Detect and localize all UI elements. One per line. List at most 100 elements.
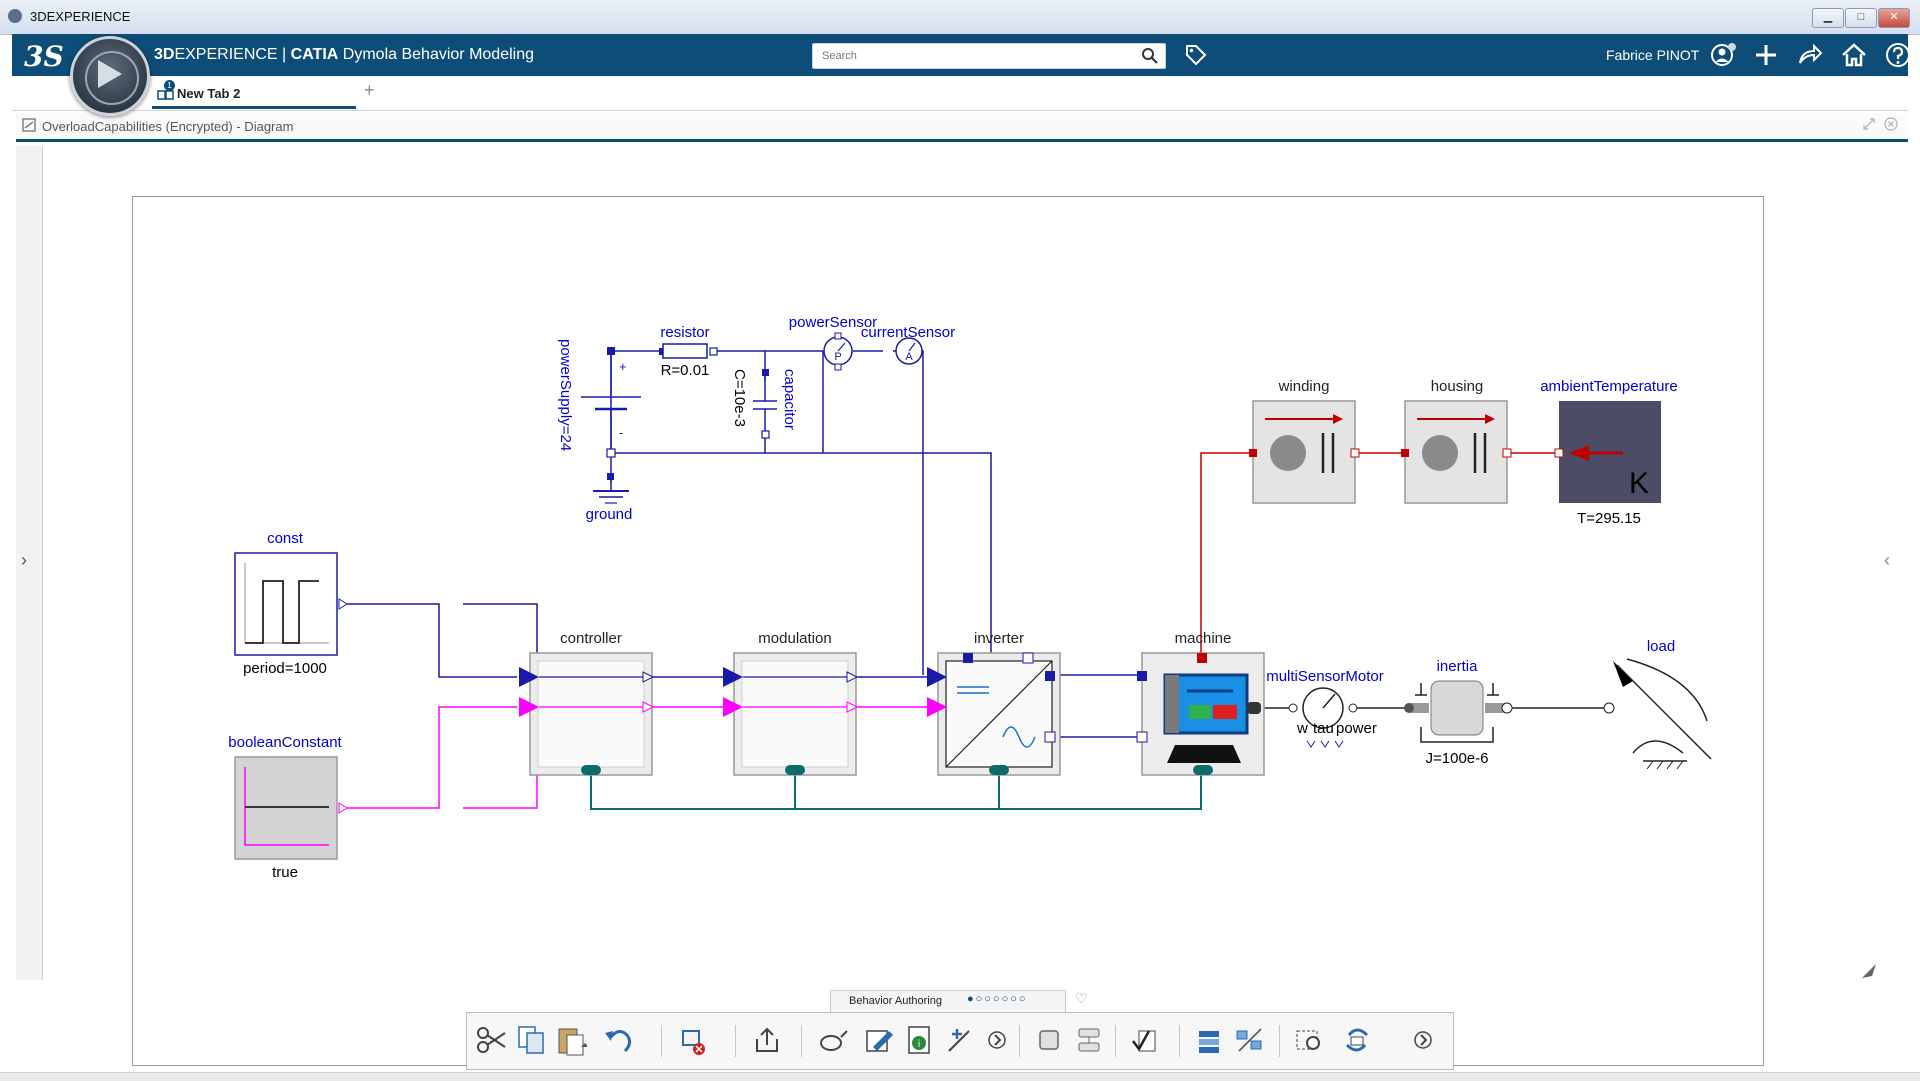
copy-icon[interactable] <box>515 1023 547 1057</box>
section-pager-dots[interactable]: ●○○○○○○ <box>967 993 1028 1005</box>
user-avatar-icon[interactable] <box>1710 41 1738 69</box>
align-icon[interactable] <box>1233 1023 1265 1057</box>
left-side-panel[interactable]: › <box>16 146 43 980</box>
refresh-icon[interactable] <box>1341 1023 1373 1057</box>
user-name[interactable]: Fabrice PINOT <box>1606 47 1699 63</box>
layer-icon[interactable] <box>1193 1023 1225 1057</box>
export-icon[interactable] <box>751 1023 783 1057</box>
resistor-label: resistor <box>660 324 709 341</box>
tab-label: New Tab 2 <box>177 86 241 101</box>
undo-icon[interactable] <box>603 1023 635 1057</box>
boolean-value: true <box>272 864 298 881</box>
toolbar-separator <box>661 1025 662 1057</box>
plus-label: + <box>619 359 627 374</box>
add-tab-button[interactable]: + <box>364 80 375 101</box>
next-icon[interactable] <box>1407 1023 1439 1057</box>
toolbar-separator <box>1179 1025 1180 1057</box>
resistor[interactable]: resistor R=0.01 <box>659 324 718 379</box>
expand-right-panel-icon[interactable]: ‹ <box>1884 550 1890 571</box>
section-tab[interactable]: Behavior Authoring ●○○○○○○ ♡ <box>830 990 1088 1013</box>
inertia-value: J=100e-6 <box>1426 750 1489 767</box>
minimize-button[interactable]: ▁ <box>1812 8 1844 28</box>
modulation-label: modulation <box>758 630 831 647</box>
diagram-icon <box>22 118 36 132</box>
pin-icon[interactable] <box>1860 962 1878 980</box>
resistance-value: R=0.01 <box>661 362 710 379</box>
housing[interactable]: housing <box>1401 378 1512 504</box>
boolean-constant-block[interactable]: booleanConstant true <box>228 734 348 881</box>
tau-label: tau <box>1313 720 1334 737</box>
maximize-button[interactable]: □ <box>1845 8 1877 28</box>
ground[interactable]: ground <box>586 473 633 523</box>
tab-bar: 1 New Tab 2 + <box>12 76 1908 111</box>
connect-icon[interactable] <box>817 1023 849 1057</box>
temperature-value: T=295.15 <box>1577 510 1641 527</box>
document-header: OverloadCapabilities (Encrypted) - Diagr… <box>16 113 1908 142</box>
search-input[interactable] <box>820 44 1124 68</box>
close-button[interactable]: ✕ <box>1878 8 1910 28</box>
bus-wire <box>590 773 1202 810</box>
controller-label: controller <box>560 630 622 647</box>
more-icon[interactable] <box>981 1023 1013 1057</box>
w-label: w <box>1296 720 1308 737</box>
inverter-block[interactable]: inverter <box>927 630 1061 776</box>
winding[interactable]: winding <box>1249 378 1360 504</box>
toolbar-separator <box>1115 1025 1116 1057</box>
boolean-wires <box>463 706 538 809</box>
info-icon[interactable]: i <box>903 1023 935 1057</box>
expand-left-panel-icon[interactable]: › <box>21 550 27 571</box>
svg-text:P: P <box>834 351 841 363</box>
settings-icon[interactable] <box>1293 1023 1325 1057</box>
controller-block[interactable]: controller <box>519 630 655 776</box>
search-box[interactable] <box>812 43 1166 69</box>
power-label: power <box>1336 720 1377 737</box>
paste-icon[interactable] <box>555 1023 587 1057</box>
document-title: OverloadCapabilities (Encrypted) - Diagr… <box>42 119 294 134</box>
period-value: period=1000 <box>243 660 327 677</box>
ambient-temperature-label: ambientTemperature <box>1540 378 1678 395</box>
diagram-svg[interactable]: + - powerSupply=24 ground resistor R=0.0… <box>133 197 1763 1065</box>
power-supply[interactable]: + - powerSupply=24 <box>557 339 641 458</box>
toolbar-separator <box>735 1025 736 1057</box>
close-panel-icon[interactable] <box>1884 117 1898 131</box>
load-block[interactable]: load <box>1603 638 1712 770</box>
inertia-block[interactable]: inertia J=100e-6 <box>1404 658 1513 767</box>
toolbar-separator <box>1019 1025 1020 1057</box>
tag-icon[interactable] <box>1184 43 1208 67</box>
const-block[interactable]: const period=1000 <box>234 530 348 677</box>
search-icon[interactable] <box>1141 47 1159 65</box>
toolbar-separator <box>1279 1025 1280 1057</box>
modulation-block[interactable]: modulation <box>723 630 859 776</box>
power-supply-label: powerSupply=24 <box>557 339 574 451</box>
capacitor[interactable]: C=10e-3 capacitor <box>731 369 798 439</box>
check-icon[interactable] <box>1129 1023 1161 1057</box>
app-topbar: 3S 3DEXPERIENCE | CATIA Dymola Behavior … <box>12 34 1910 76</box>
plus-icon[interactable] <box>1752 41 1780 69</box>
add-connector-icon[interactable] <box>943 1023 975 1057</box>
window-titlebar: 3DEXPERIENCE ▁ □ ✕ <box>0 0 1920 35</box>
replace-icon[interactable] <box>677 1023 709 1057</box>
expand-icon[interactable] <box>1862 117 1876 131</box>
edit-icon[interactable] <box>863 1023 895 1057</box>
tab-new-tab-2[interactable]: 1 New Tab 2 <box>152 80 356 109</box>
share-icon[interactable] <box>1796 41 1824 69</box>
rectangle-icon[interactable] <box>1033 1023 1065 1057</box>
ambient-temperature[interactable]: ambientTemperature K T=295.15 <box>1540 378 1678 527</box>
power-sensor[interactable]: P powerSensor <box>789 314 877 371</box>
cut-icon[interactable] <box>475 1023 507 1057</box>
const-label: const <box>267 530 304 547</box>
inertia-label: inertia <box>1437 658 1479 675</box>
svg-text:A: A <box>905 351 913 363</box>
toolbar-separator <box>801 1025 802 1057</box>
capacitor-label: capacitor <box>781 369 798 430</box>
action-bar: i <box>466 1012 1454 1070</box>
component-icon[interactable] <box>1073 1023 1105 1057</box>
section-tab-label: Behavior Authoring <box>849 995 942 1007</box>
current-sensor[interactable]: A currentSensor <box>861 324 955 365</box>
current-sensor-label: currentSensor <box>861 324 955 341</box>
compass-widget[interactable] <box>70 36 150 116</box>
diagram-canvas[interactable]: + - powerSupply=24 ground resistor R=0.0… <box>132 196 1764 1066</box>
more-sections-icon[interactable]: ♡ <box>1075 990 1088 1007</box>
home-icon[interactable] <box>1840 41 1868 69</box>
help-icon[interactable] <box>1884 41 1912 69</box>
